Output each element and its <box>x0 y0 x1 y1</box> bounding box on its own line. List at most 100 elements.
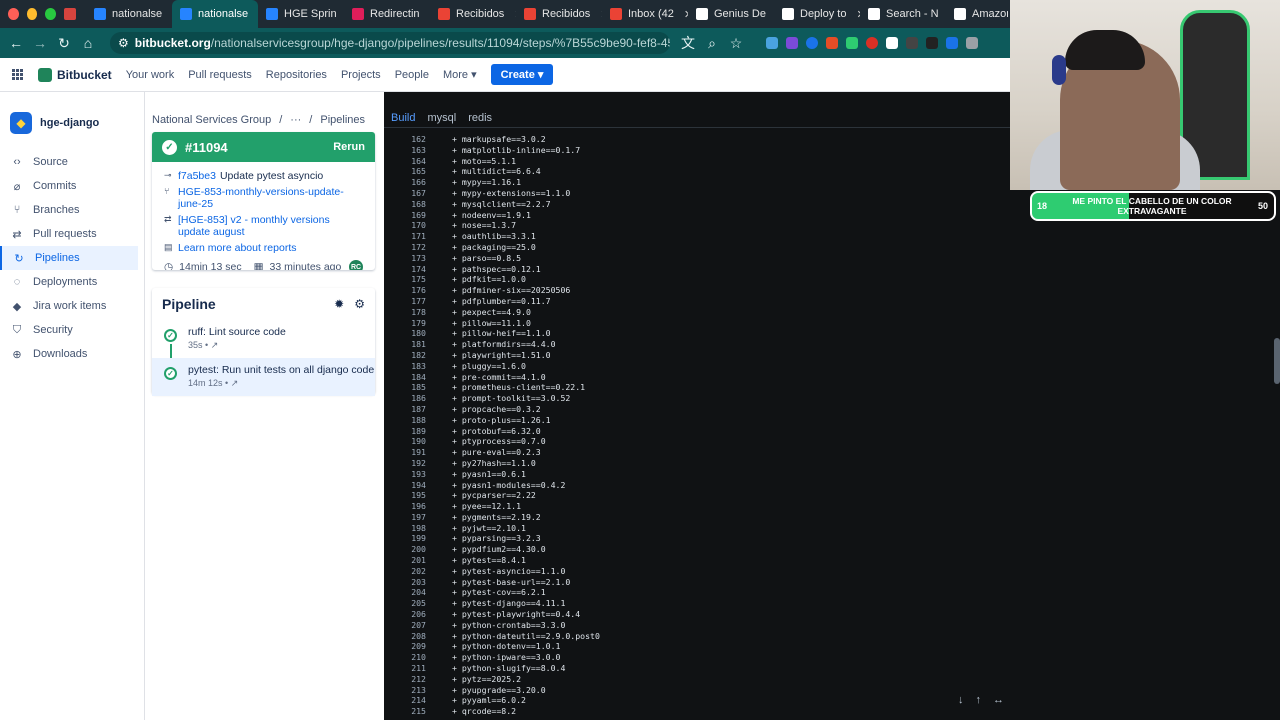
log-line-number[interactable]: 184 <box>384 372 426 383</box>
nav-people[interactable]: People <box>395 69 429 81</box>
log-line-number[interactable]: 190 <box>384 436 426 447</box>
log-line-number[interactable]: 168 <box>384 199 426 210</box>
log-line-number[interactable]: 178 <box>384 307 426 318</box>
breadcrumb-pipelines[interactable]: Pipelines <box>320 114 365 126</box>
browser-tab[interactable]: Deploy to✕ <box>774 0 860 28</box>
log-line-number[interactable]: 201 <box>384 555 426 566</box>
log-line-number[interactable]: 172 <box>384 242 426 253</box>
back-icon[interactable]: ← <box>4 35 28 51</box>
create-button[interactable]: Create ▾ <box>490 64 554 85</box>
log-line-number[interactable]: 194 <box>384 480 426 491</box>
extension-icon[interactable] <box>806 37 818 49</box>
log-line-number[interactable]: 200 <box>384 544 426 555</box>
sidebar-item-downloads[interactable]: ⊕ Downloads <box>0 342 138 366</box>
browser-tab[interactable]: Amazon In <box>946 0 1008 28</box>
log-line-number[interactable]: 208 <box>384 631 426 642</box>
log-line-number[interactable]: 203 <box>384 577 426 588</box>
sidebar-item-deployments[interactable]: ◌ Deployments <box>0 270 138 294</box>
log-line-number[interactable]: 176 <box>384 285 426 296</box>
breadcrumb-ellipsis[interactable]: ··· <box>290 114 301 126</box>
log-line-number[interactable]: 162 <box>384 134 426 145</box>
sidebar-item-commits[interactable]: ⌀ Commits <box>0 174 138 198</box>
pull-request-link[interactable]: [HGE-853] v2 - monthly versions update a… <box>178 214 363 238</box>
forward-icon[interactable]: → <box>28 35 52 51</box>
log-line-number[interactable]: 192 <box>384 458 426 469</box>
bug-icon[interactable]: ✹ <box>334 297 344 311</box>
log-line-number[interactable]: 181 <box>384 339 426 350</box>
log-line-number[interactable]: 173 <box>384 253 426 264</box>
log-line-number[interactable]: 198 <box>384 523 426 534</box>
log-line-number[interactable]: 191 <box>384 447 426 458</box>
extension-icon[interactable] <box>826 37 838 49</box>
sidebar-item-source[interactable]: ‹› Source <box>0 150 138 174</box>
pipeline-step[interactable]: ✓ ruff: Lint source code 35s • ↗ <box>152 320 375 384</box>
log-line-number[interactable]: 177 <box>384 296 426 307</box>
browser-tab[interactable]: nationalse✕ <box>86 0 172 28</box>
log-line-number[interactable]: 188 <box>384 415 426 426</box>
log-line-number[interactable]: 180 <box>384 328 426 339</box>
breadcrumb-workspace[interactable]: National Services Group <box>152 114 271 126</box>
tab-build[interactable]: Build <box>391 112 415 127</box>
app-switcher-icon[interactable] <box>12 68 24 81</box>
url-bar[interactable]: ⚙ bitbucket.org/nationalservicesgroup/hg… <box>110 32 670 54</box>
translate-icon[interactable]: 文 <box>676 33 700 53</box>
log-line-number[interactable]: 166 <box>384 177 426 188</box>
log-line-number[interactable]: 165 <box>384 166 426 177</box>
extension-icon[interactable] <box>886 37 898 49</box>
log-line-number[interactable]: 193 <box>384 469 426 480</box>
bookmark-star-icon[interactable]: ☆ <box>724 35 748 52</box>
browser-tab[interactable]: Inbox (42✕ <box>602 0 688 28</box>
browser-tab[interactable]: Genius De✕ <box>688 0 774 28</box>
log-line-number[interactable]: 174 <box>384 264 426 275</box>
close-window-button[interactable] <box>8 8 19 20</box>
external-link-icon[interactable]: ↗ <box>231 378 239 388</box>
sidebar-item-branches[interactable]: ⑂ Branches <box>0 198 138 222</box>
log-line-number[interactable]: 187 <box>384 404 426 415</box>
nav-repositories[interactable]: Repositories <box>266 69 327 81</box>
zoom-icon[interactable]: ⌕ <box>700 35 724 52</box>
log-line-number[interactable]: 209 <box>384 641 426 652</box>
minimize-window-button[interactable] <box>26 8 38 20</box>
reload-icon[interactable]: ↻ <box>52 35 76 52</box>
pipeline-step[interactable]: ✓ pytest: Run unit tests on all django c… <box>152 358 375 396</box>
log-line-number[interactable]: 170 <box>384 220 426 231</box>
log-line-number[interactable]: 215 <box>384 706 426 717</box>
log-line-number[interactable]: 164 <box>384 156 426 167</box>
log-line-number[interactable]: 202 <box>384 566 426 577</box>
log-line-number[interactable]: 167 <box>384 188 426 199</box>
log-line-number[interactable]: 189 <box>384 426 426 437</box>
sidebar-item-jira-work-items[interactable]: ◆ Jira work items <box>0 294 138 318</box>
commit-hash-link[interactable]: f7a5be3 <box>178 170 216 182</box>
log-line-number[interactable]: 213 <box>384 685 426 696</box>
log-line-number[interactable]: 185 <box>384 382 426 393</box>
extension-icon[interactable] <box>766 37 778 49</box>
bitbucket-logo[interactable]: Bitbucket <box>38 67 112 82</box>
log-line-number[interactable]: 186 <box>384 393 426 404</box>
log-line-number[interactable]: 210 <box>384 652 426 663</box>
log-line-number[interactable]: 214 <box>384 695 426 706</box>
scrollbar[interactable] <box>1274 338 1280 384</box>
log-line-number[interactable]: 175 <box>384 274 426 285</box>
browser-tab[interactable]: Redirectin✕ <box>344 0 430 28</box>
browser-tab[interactable] <box>56 0 86 28</box>
extension-icon[interactable] <box>946 37 958 49</box>
log-line-number[interactable]: 182 <box>384 350 426 361</box>
extension-icon[interactable] <box>866 37 878 49</box>
sidebar-item-pipelines[interactable]: ↻ Pipelines <box>0 246 138 270</box>
log-line-number[interactable]: 212 <box>384 674 426 685</box>
log-line-number[interactable]: 183 <box>384 361 426 372</box>
avatar[interactable]: RC <box>349 260 363 270</box>
nav-pull-requests[interactable]: Pull requests <box>188 69 252 81</box>
log-line-number[interactable]: 197 <box>384 512 426 523</box>
sidebar-item-security[interactable]: ⛉ Security <box>0 318 138 342</box>
nav-projects[interactable]: Projects <box>341 69 381 81</box>
browser-tab[interactable]: Recibidos✕ <box>430 0 516 28</box>
extension-icon[interactable] <box>926 37 938 49</box>
reports-link[interactable]: Learn more about reports <box>178 242 296 254</box>
log-line-number[interactable]: 163 <box>384 145 426 156</box>
log-line-number[interactable]: 204 <box>384 587 426 598</box>
browser-tab[interactable]: Recibidos✕ <box>516 0 602 28</box>
browser-tab[interactable]: Search - N✕ <box>860 0 946 28</box>
site-settings-icon[interactable]: ⚙ <box>118 36 129 50</box>
branch-link[interactable]: HGE-853-monthly-versions-update-june-25 <box>178 186 363 210</box>
